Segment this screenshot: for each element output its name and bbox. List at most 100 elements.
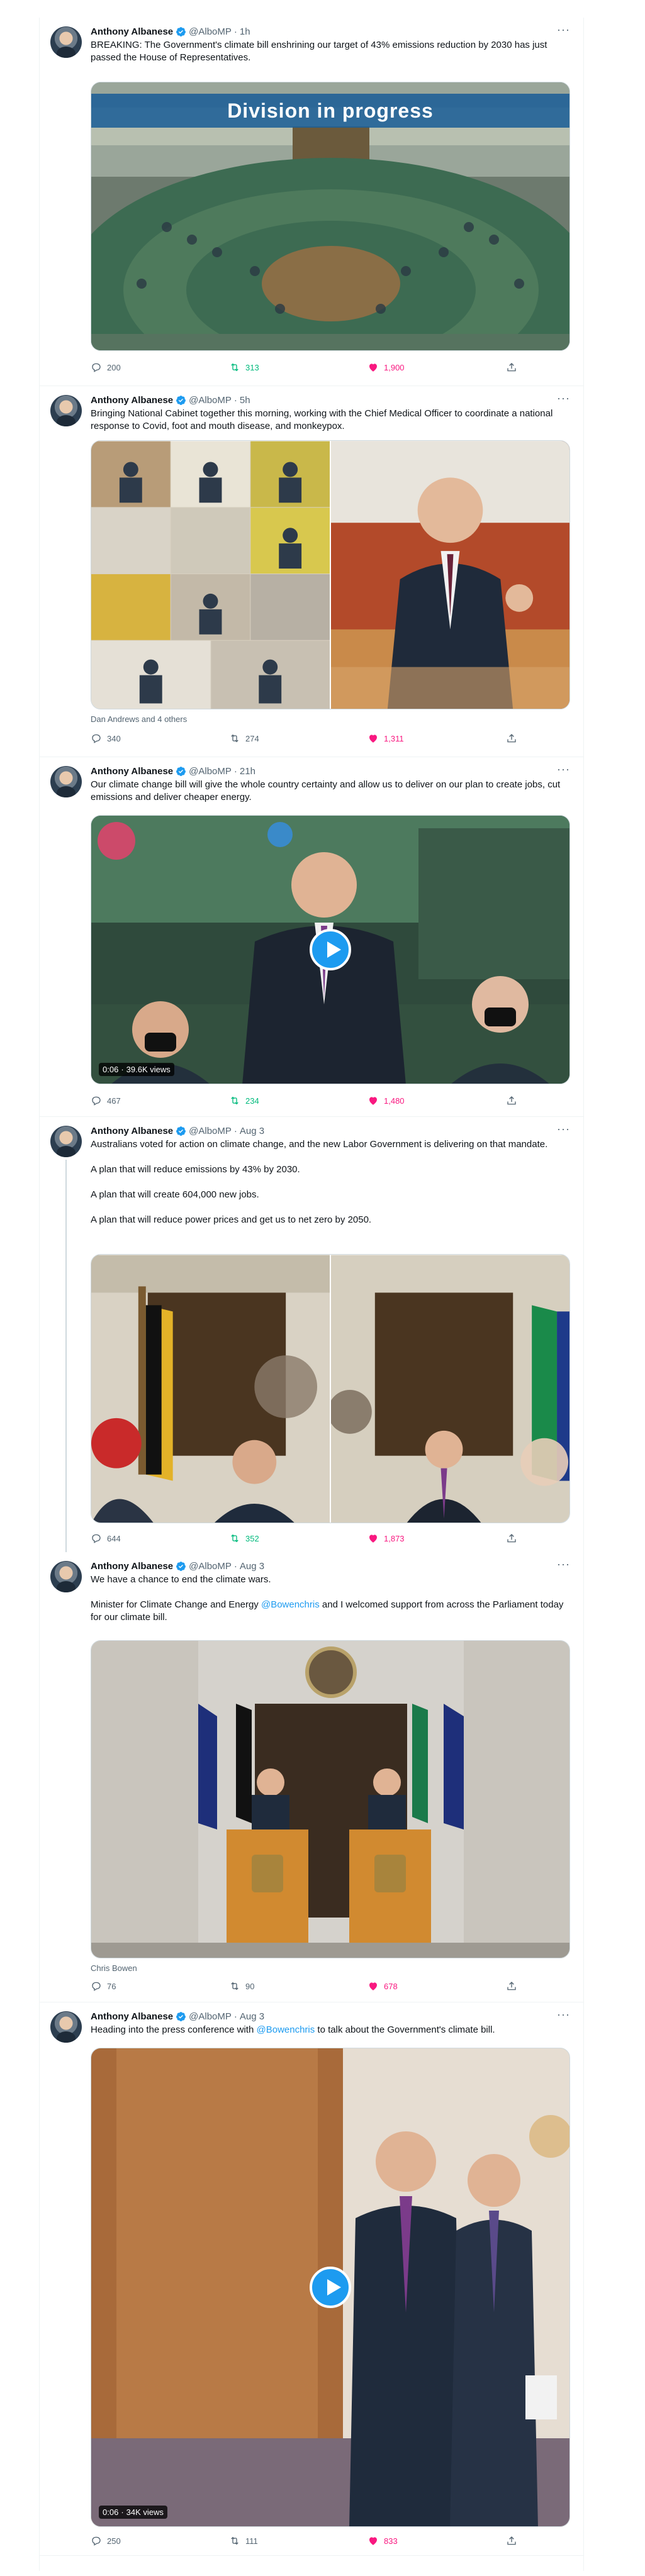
mention-link-bowenchris[interactable]: @Bowenchris	[257, 2024, 315, 2035]
tweet-time[interactable]: 1h	[240, 26, 250, 37]
tagged-people-caption[interactable]: Chris Bowen	[91, 1963, 137, 1973]
video-duration: 0:06	[103, 2507, 119, 2517]
retweet-count: 313	[245, 362, 259, 372]
reply-count: 467	[107, 1096, 121, 1106]
tweet-time[interactable]: 5h	[240, 395, 250, 406]
avatar[interactable]	[50, 2011, 82, 2043]
avatar[interactable]	[50, 395, 82, 426]
reply-button[interactable]: 200	[91, 362, 191, 373]
thread-connector-line	[65, 1160, 67, 1552]
retweet-button[interactable]: 111	[229, 2535, 330, 2546]
author-name[interactable]: Anthony Albanese	[91, 26, 173, 37]
like-button[interactable]: 1,873	[367, 1533, 468, 1544]
prime-minister-thumbs-up-photo[interactable]	[331, 441, 569, 709]
share-button[interactable]	[506, 1533, 519, 1544]
retweet-button[interactable]: 313	[229, 362, 330, 373]
reply-button[interactable]: 250	[91, 2535, 191, 2546]
retweet-icon	[231, 1982, 238, 1990]
like-button[interactable]: 1,900	[367, 362, 468, 373]
media-banner-text: Division in progress	[91, 94, 569, 128]
retweet-button[interactable]: 352	[229, 1533, 330, 1544]
author-name[interactable]: Anthony Albanese	[91, 395, 173, 406]
tweet-media-photo[interactable]	[91, 1640, 570, 1958]
share-button[interactable]	[506, 362, 519, 373]
reply-button[interactable]: 76	[91, 1980, 191, 1992]
retweet-button[interactable]: 234	[229, 1095, 330, 1106]
reply-count: 340	[107, 733, 121, 743]
more-options-icon[interactable]: ···	[557, 24, 570, 35]
tweet-media-photos[interactable]	[91, 440, 570, 709]
play-video-icon[interactable]	[310, 2267, 351, 2308]
video-views: 34K views	[126, 2507, 164, 2517]
avatar[interactable]	[50, 1126, 82, 1157]
author-handle[interactable]: @AlboMP	[189, 2011, 232, 2022]
tweet-time[interactable]: Aug 3	[240, 1561, 264, 1572]
share-button[interactable]	[506, 1980, 519, 1992]
author-name[interactable]: Anthony Albanese	[91, 766, 173, 777]
reply-icon	[92, 1534, 101, 1543]
separator-dot: ·	[121, 2507, 124, 2517]
tagged-people-caption[interactable]: Dan Andrews and 4 others	[91, 714, 187, 724]
play-video-icon[interactable]	[310, 929, 351, 970]
avatar[interactable]	[50, 1561, 82, 1592]
parliament-courtyard-photo-right[interactable]	[331, 1255, 569, 1523]
author-name[interactable]: Anthony Albanese	[91, 1126, 173, 1136]
tweet-header: Anthony Albanese @AlboMP · 5h	[91, 394, 570, 406]
reply-button[interactable]: 340	[91, 733, 191, 744]
verified-badge-icon	[176, 395, 186, 405]
tweet-media-video[interactable]: 0:06 · 34K views	[91, 2048, 570, 2527]
author-handle[interactable]: @AlboMP	[189, 1561, 232, 1572]
more-options-icon[interactable]: ···	[557, 1558, 570, 1570]
share-button[interactable]	[506, 2535, 519, 2546]
tweet[interactable]: Anthony Albanese @AlboMP · 21h ··· Our c…	[39, 757, 584, 1117]
retweet-icon	[231, 1534, 238, 1543]
like-button[interactable]: 678	[367, 1980, 468, 1992]
tweet[interactable]: Anthony Albanese @AlboMP · 5h ··· Bringi…	[39, 386, 584, 757]
reply-button[interactable]: 644	[91, 1533, 191, 1544]
tweet-paragraph: BREAKING: The Government's climate bill …	[91, 40, 547, 63]
tweet-media-photos[interactable]	[91, 1254, 570, 1523]
like-button[interactable]: 833	[367, 2535, 468, 2546]
retweet-button[interactable]: 274	[229, 733, 330, 744]
more-options-icon[interactable]: ···	[557, 392, 570, 404]
separator-dot: ·	[233, 2011, 237, 2022]
tweet-media-photo[interactable]: Division in progress	[91, 82, 570, 351]
more-options-icon[interactable]: ···	[557, 763, 570, 775]
parliament-courtyard-photo-left[interactable]	[91, 1255, 330, 1523]
like-button[interactable]: 1,311	[367, 733, 468, 744]
author-name[interactable]: Anthony Albanese	[91, 1561, 173, 1572]
tweet-time[interactable]: 21h	[240, 766, 255, 777]
tweet[interactable]: Anthony Albanese @AlboMP · Aug 3 ··· Hea…	[39, 2002, 584, 2556]
tweet-media-video[interactable]: 0:06 · 39.6K views	[91, 815, 570, 1084]
verified-badge-icon	[176, 766, 186, 776]
author-name[interactable]: Anthony Albanese	[91, 2011, 173, 2022]
avatar[interactable]	[50, 26, 82, 58]
tweet-time[interactable]: Aug 3	[240, 2011, 264, 2022]
tweet-text: Bringing National Cabinet together this …	[91, 408, 570, 433]
like-button[interactable]: 1,480	[367, 1095, 468, 1106]
tweet-time[interactable]: Aug 3	[240, 1126, 264, 1136]
video-conference-photo[interactable]	[91, 441, 330, 709]
reply-button[interactable]: 467	[91, 1095, 191, 1106]
author-handle[interactable]: @AlboMP	[189, 766, 232, 777]
retweet-button[interactable]: 90	[229, 1980, 330, 1992]
tweet[interactable]: Anthony Albanese @AlboMP · Aug 3 ··· Aus…	[39, 1117, 584, 1552]
mention-link-bowenchris[interactable]: @Bowenchris	[261, 1599, 320, 1610]
author-handle[interactable]: @AlboMP	[189, 26, 232, 37]
tweet[interactable]: Anthony Albanese @AlboMP · 1h ··· BREAKI…	[39, 18, 584, 386]
tweet-text: Heading into the press conference with @…	[91, 2024, 570, 2036]
author-handle[interactable]: @AlboMP	[189, 395, 232, 406]
tweet-paragraph: Heading into the press conference with @…	[91, 2024, 570, 2036]
more-options-icon[interactable]: ···	[557, 1123, 570, 1135]
share-button[interactable]	[506, 1095, 519, 1106]
author-handle[interactable]: @AlboMP	[189, 1126, 232, 1136]
reply-icon	[92, 363, 101, 372]
tweet[interactable]: Anthony Albanese @AlboMP · Aug 3 ··· We …	[39, 1552, 584, 2002]
tweet-text: We have a chance to end the climate wars…	[91, 1574, 570, 1624]
video-info-badge: 0:06 · 39.6K views	[99, 1063, 174, 1076]
more-options-icon[interactable]: ···	[557, 2009, 570, 2020]
verified-badge-icon	[176, 2011, 186, 2021]
verified-badge-icon	[176, 1126, 186, 1136]
share-button[interactable]	[506, 733, 519, 744]
avatar[interactable]	[50, 766, 82, 797]
